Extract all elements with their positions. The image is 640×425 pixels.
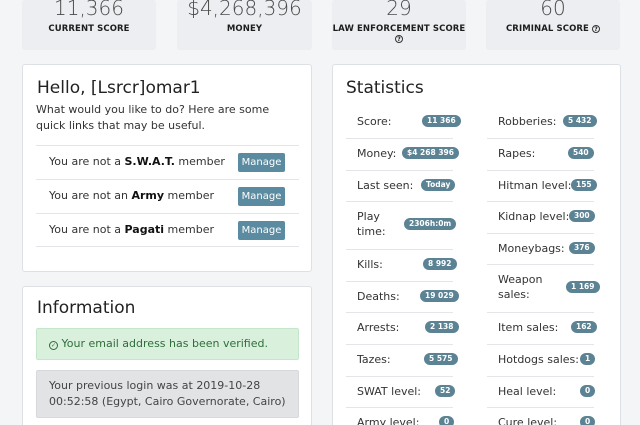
stat-row-arrests: Arrests: 2 138 (346, 313, 459, 345)
stat-badge: 376 (569, 242, 595, 254)
stat-row-moneybags: Moneybags: 376 (487, 234, 595, 265)
stat-label: Score: (357, 115, 392, 128)
stat-badge: Today (421, 179, 456, 191)
stat-card-law-enforcement-score: 29 LAW ENFORCEMENT SCORE ? (332, 0, 466, 50)
stat-badge: 8 992 (423, 258, 457, 270)
stat-label: CURRENT SCORE (48, 24, 130, 34)
information-panel: Information ✓ Your email address has bee… (22, 286, 312, 425)
stat-row-money: Money: $4 268 396 (346, 139, 459, 171)
information-title: Information (37, 298, 136, 318)
stat-row-item-sales: Item sales: 162 (487, 313, 597, 345)
stat-badge: 2 138 (425, 321, 459, 333)
stat-label: Last seen: (357, 179, 414, 192)
stat-row-kidnap-level: Kidnap level: 300 (487, 202, 595, 234)
stat-row-heal-level: Heal level: 0 (487, 377, 596, 408)
stat-label: Moneybags: (498, 242, 565, 255)
membership-text: You are not a S.W.A.T. member (49, 155, 225, 168)
membership-row-pagati: You are not a Pagati member Manage (36, 213, 299, 247)
email-verified-alert: ✓ Your email address has been verified. (36, 328, 299, 360)
stat-label: Robberies: (498, 115, 557, 128)
stat-badge: 2306h:0m (404, 218, 457, 230)
help-icon[interactable]: ? (592, 25, 601, 33)
help-icon[interactable]: ? (395, 35, 403, 43)
manage-swat-button[interactable]: Manage (238, 153, 285, 172)
stat-badge: 540 (568, 147, 594, 159)
stat-row-hotdogs-sales: Hotdogs sales: 1 (487, 345, 596, 377)
stat-badge: 300 (569, 210, 595, 222)
stat-label: Deaths: (357, 290, 400, 303)
membership-row-army: You are not an Army member Manage (36, 179, 299, 213)
hello-title: Hello, [Lsrcr]omar1 (37, 78, 201, 98)
stat-card-criminal-score: 60 CRIMINAL SCORE ? (486, 0, 620, 50)
stat-row-deaths: Deaths: 19 029 (346, 282, 459, 313)
membership-row-swat: You are not a S.W.A.T. member Manage (36, 145, 299, 179)
stat-value: 29 (386, 0, 412, 20)
stat-row-kills: Kills: 8 992 (346, 250, 457, 282)
stat-row-swat-level: SWAT level: 52 (346, 377, 456, 408)
stat-label: Kills: (357, 258, 383, 271)
stat-value: 11,366 (54, 0, 124, 20)
stat-row-last-seen: Last seen: Today (346, 171, 456, 202)
stat-row-army-level: Army level: 0 (346, 408, 455, 425)
hello-panel: Hello, [Lsrcr]omar1 What would you like … (22, 64, 312, 272)
stat-label: Cure level: (498, 416, 558, 425)
stat-label: Army level: (357, 416, 420, 425)
stat-row-cure-level: Cure level: 0 (487, 408, 596, 425)
stat-label: Money: (357, 147, 397, 160)
stat-badge: $4 268 396 (402, 147, 459, 159)
stat-label: Hitman level: (498, 179, 572, 192)
stat-card-current-score: 11,366 CURRENT SCORE (22, 0, 156, 50)
stat-label: LAW ENFORCEMENT SCORE ? (332, 24, 466, 43)
stat-badge: 1 169 (566, 281, 600, 293)
hello-intro: What would you like to do? Here are some… (36, 103, 270, 132)
stat-badge: 11 366 (422, 115, 461, 127)
stat-badge: 19 029 (420, 290, 459, 302)
stat-label: Arrests: (357, 321, 400, 334)
stat-label: Item sales: (498, 321, 559, 334)
stat-label: Play time: (357, 210, 386, 238)
stat-label: Hotdogs sales: (498, 353, 579, 366)
stat-label: Heal level: (498, 385, 557, 398)
stat-label: Weapon sales: (498, 273, 543, 301)
stat-badge: 0 (580, 416, 596, 425)
stat-badge: 162 (571, 321, 597, 333)
stat-row-robberies: Robberies: 5 432 (487, 107, 597, 139)
stat-row-rapes: Rapes: 540 (487, 139, 594, 171)
stat-badge: 5 575 (424, 353, 458, 365)
stat-label: Tazes: (357, 353, 391, 366)
stat-label: Rapes: (498, 147, 536, 160)
stat-row-tazes: Tazes: 5 575 (346, 345, 458, 377)
statistics-title: Statistics (346, 78, 424, 98)
stat-badge: 5 432 (563, 115, 597, 127)
stat-label: MONEY (226, 24, 263, 34)
stat-row-play-time: Play time: 2306h:0m (346, 202, 457, 250)
stat-badge: 52 (435, 385, 456, 397)
membership-text: You are not an Army member (49, 189, 215, 202)
stat-label: SWAT level: (357, 385, 422, 398)
stat-card-money: $4,268,396 MONEY (177, 0, 312, 50)
stat-label: Kidnap level: (498, 210, 570, 223)
statistics-panel: Statistics Score: 11 366 Money: $4 268 3… (332, 64, 621, 425)
stat-row-hitman-level: Hitman level: 155 (487, 171, 597, 202)
manage-pagati-button[interactable]: Manage (238, 221, 285, 240)
stat-value: $4,268,396 (187, 0, 302, 20)
membership-text: You are not a Pagati member (49, 223, 214, 236)
stat-badge: 1 (580, 353, 596, 365)
stat-label: CRIMINAL SCORE ? (486, 24, 620, 34)
stat-badge: 155 (571, 179, 597, 191)
stat-badge: 0 (439, 416, 455, 425)
last-login-alert: Your previous login was at 2019-10-28 00… (36, 370, 299, 418)
stat-badge: 0 (580, 385, 596, 397)
stat-row-weapon-sales: Weapon sales: 1 169 (487, 265, 600, 313)
check-circle-icon: ✓ (49, 341, 58, 350)
stat-row-score: Score: 11 366 (346, 107, 461, 139)
manage-army-button[interactable]: Manage (238, 187, 285, 206)
stat-value: 60 (540, 0, 566, 20)
